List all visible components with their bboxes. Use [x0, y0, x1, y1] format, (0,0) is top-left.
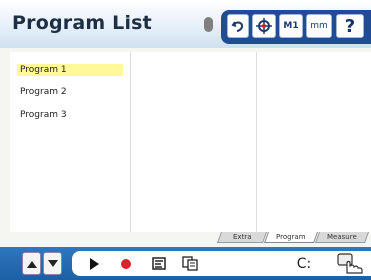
tab-extra-label: Extra [232, 233, 252, 241]
tab-measure-label: Measure [327, 233, 357, 241]
program-list-screen: Program List M1 mm ? Program 1 Program 2… [0, 0, 371, 280]
touch-mode-button[interactable] [334, 251, 366, 276]
column-divider [130, 52, 131, 232]
drive-label: C: [296, 255, 312, 272]
touch-hand-icon [337, 252, 363, 274]
program-item-3[interactable]: Program 3 [17, 109, 67, 121]
program-list-panel [10, 52, 371, 232]
program-controls: C: [72, 251, 371, 276]
tab-extra[interactable]: Extra [216, 232, 268, 243]
copy-program-button[interactable] [180, 251, 200, 276]
play-icon [89, 257, 99, 270]
record-icon [121, 258, 131, 269]
m1-button[interactable]: M1 [279, 14, 303, 38]
column-divider [256, 52, 257, 232]
page-title: Program List [12, 12, 152, 34]
undo-icon [231, 21, 244, 32]
bottom-bar: C: [0, 247, 371, 280]
m1-label: M1 [283, 21, 299, 31]
probe-target-icon [256, 18, 272, 34]
run-button[interactable] [84, 251, 104, 276]
scroll-down-button[interactable] [43, 252, 62, 275]
probe-button[interactable] [252, 14, 276, 38]
arrow-down-icon [47, 259, 58, 267]
copy-icon [182, 256, 198, 271]
undo-button[interactable] [227, 14, 249, 38]
units-button[interactable]: mm [306, 14, 332, 38]
program-item-2[interactable]: Program 2 [17, 86, 67, 98]
program-item-1[interactable]: Program 1 [17, 64, 123, 76]
mouse-icon [204, 17, 213, 32]
header-bar: Program List M1 mm ? [0, 0, 371, 48]
help-button[interactable]: ? [336, 14, 364, 38]
tab-measure[interactable]: Measure [314, 232, 370, 243]
drive-indicator: C: [294, 251, 314, 276]
tab-program-label: Program [276, 233, 306, 241]
help-label: ? [344, 15, 356, 37]
record-button[interactable] [116, 251, 136, 276]
tab-strip: Extra Program Measure [0, 232, 371, 244]
arrow-up-icon [26, 260, 37, 268]
program-view-icon [152, 257, 166, 270]
units-label: mm [310, 21, 328, 31]
top-toolbar: M1 mm ? [221, 10, 371, 44]
scroll-up-button[interactable] [22, 252, 41, 275]
tab-program[interactable]: Program [263, 232, 319, 243]
view-program-button[interactable] [149, 251, 169, 276]
